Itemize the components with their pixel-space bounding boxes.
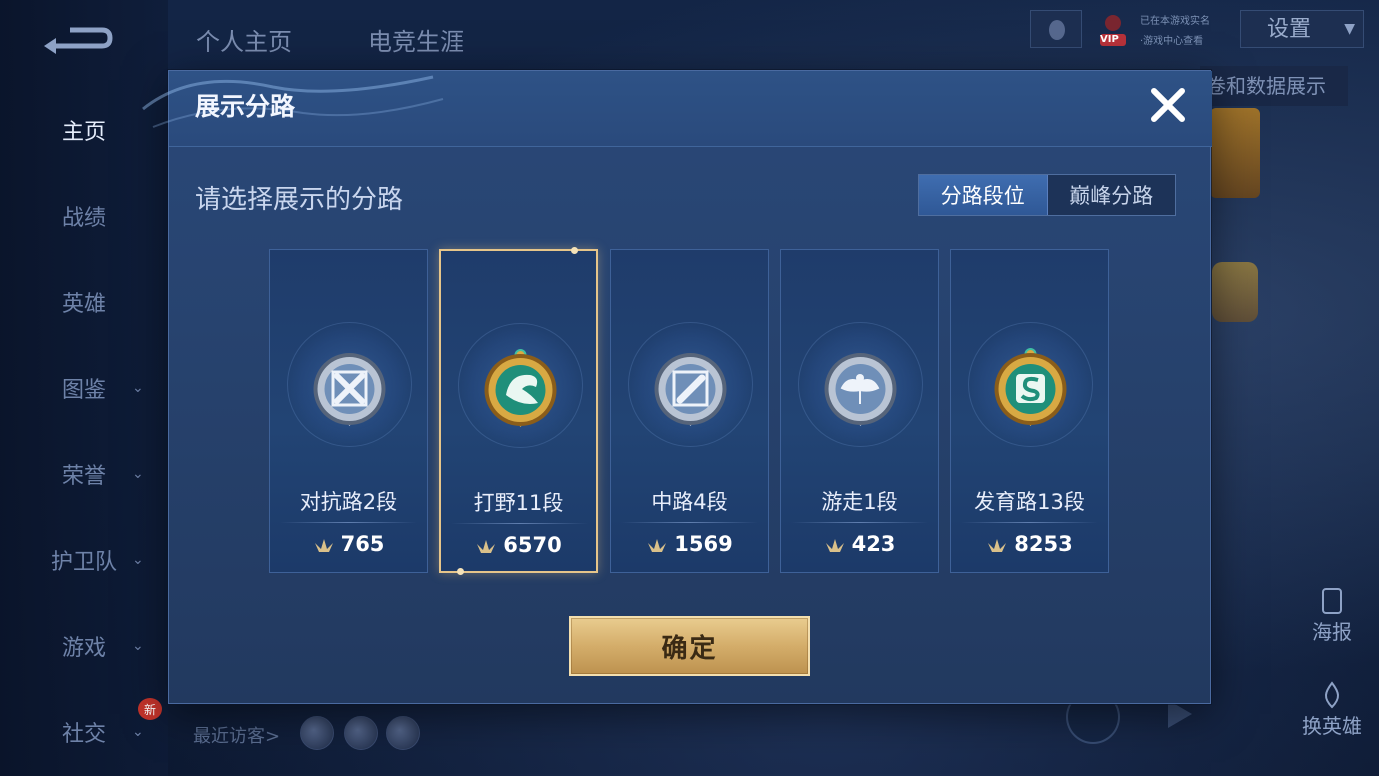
change-hero-button[interactable]: 换英雄 [1292, 680, 1372, 739]
silver-sword-emblem-icon [307, 346, 392, 434]
poster-button[interactable]: 海报 [1292, 586, 1372, 645]
gold-s-emblem-icon [988, 346, 1073, 434]
lane-card[interactable]: 中路4段 1569 [610, 249, 769, 573]
silver-staff-emblem-icon [648, 346, 733, 434]
change-hero-label: 换英雄 [1302, 714, 1362, 738]
poster-label: 海报 [1312, 620, 1352, 644]
sidebar-item-codex[interactable]: 图鉴 ⌄ [0, 368, 168, 408]
lane-display-modal: 展示分路 请选择展示的分路 分路段位 巅峰分路 对抗路2段 765 打野11段 657… [142, 70, 1212, 704]
sidebar-item-stats[interactable]: 战绩 [0, 196, 168, 236]
hero-model-fragment [1210, 108, 1260, 198]
sidebar-item-label: 战绩 [61, 206, 106, 231]
sidebar-item-heroes[interactable]: 英雄 [0, 282, 168, 322]
lane-card[interactable]: 打野11段 6570 [439, 247, 598, 575]
new-badge: 新 [138, 698, 162, 720]
penguin-icon [1049, 20, 1065, 40]
points-icon [825, 539, 844, 552]
chevron-down-icon: ⌄ [132, 380, 144, 396]
points-icon [648, 539, 667, 552]
lane-points: 423 [781, 532, 938, 556]
lane-card[interactable]: 发育路13段 8253 [950, 249, 1109, 573]
chevron-down-icon: ⌄ [132, 466, 144, 482]
lane-rank-label: 游走1段 [821, 490, 898, 514]
sidebar-item-label: 社交 [61, 722, 106, 747]
confirm-label: 确定 [661, 633, 718, 664]
points-icon [477, 540, 496, 553]
points-value: 6570 [503, 533, 562, 557]
chevron-down-icon: ⌄ [132, 724, 144, 740]
visitor-avatar[interactable] [344, 716, 378, 750]
lane-points: 765 [270, 532, 427, 556]
lane-rank-label: 中路4段 [651, 490, 728, 514]
lane-points: 1569 [611, 532, 768, 556]
settings-button[interactable]: 设置 ▼ [1240, 10, 1364, 48]
points-value: 1569 [674, 532, 733, 556]
divider [621, 522, 758, 523]
data-display-banner[interactable]: 卷和数据展示 [1200, 66, 1348, 106]
sidebar-item-honor[interactable]: 荣誉 ⌄ [0, 454, 168, 494]
vip-badge: VIP [1100, 34, 1119, 45]
hero-model-fragment-2 [1212, 262, 1258, 322]
visitor-avatar[interactable] [300, 716, 334, 750]
points-value: 8253 [1014, 532, 1073, 556]
settings-label: 设置 [1267, 17, 1312, 42]
divider [280, 522, 417, 523]
play-icon[interactable] [1168, 700, 1192, 728]
points-value: 423 [851, 532, 896, 556]
sidebar-item-label: 图鉴 [61, 378, 106, 403]
sidebar-item-label: 英雄 [61, 292, 106, 317]
sidebar-item-label: 主页 [61, 120, 106, 145]
sidebar-item-label: 游戏 [61, 636, 106, 661]
lane-card[interactable]: 对抗路2段 765 [269, 249, 428, 573]
chevron-down-icon: ⌄ [132, 638, 144, 654]
lane-rank-label: 发育路13段 [974, 490, 1085, 514]
tab-personal-home[interactable]: 个人主页 [196, 22, 292, 57]
sidebar-item-label: 荣誉 [61, 464, 106, 489]
modal-subtitle: 请选择展示的分路 [195, 185, 404, 215]
lane-rank-label: 对抗路2段 [299, 490, 398, 514]
chevron-down-icon: ⌄ [132, 552, 144, 568]
gold-dragon-emblem-icon [478, 347, 563, 435]
tab-esports-career[interactable]: 电竞生涯 [368, 22, 464, 57]
sidebar-item-guard[interactable]: 护卫队 ⌄ [0, 540, 168, 580]
divider [791, 522, 928, 523]
lane-card-list: 对抗路2段 765 打野11段 6570 中路4段 1569 游走1段 423 发育路13段 82… [269, 247, 1111, 575]
lane-rank-label: 打野11段 [473, 491, 564, 515]
points-value: 765 [340, 532, 385, 556]
modal-title: 展示分路 [195, 92, 296, 121]
visitor-avatar[interactable] [386, 716, 420, 750]
points-icon [314, 539, 333, 552]
lane-points: 6570 [441, 533, 596, 557]
silver-wings-emblem-icon [818, 346, 903, 434]
divider [451, 523, 588, 524]
lane-type-toggle: 分路段位 巅峰分路 [918, 174, 1176, 216]
notification-button[interactable] [1030, 10, 1082, 48]
sidebar-item-label: 护卫队 [50, 550, 117, 575]
sidebar-item-game[interactable]: 游戏 ⌄ [0, 626, 168, 666]
corner-dot [571, 247, 578, 254]
recent-visitors-link[interactable]: 最近访客> [193, 722, 280, 748]
lane-card[interactable]: 游走1段 423 [780, 249, 939, 573]
corner-dot [457, 568, 464, 575]
modal-header: 展示分路 [142, 71, 1212, 147]
toggle-lane-rank[interactable]: 分路段位 [919, 175, 1048, 215]
close-icon[interactable] [1148, 85, 1188, 125]
status-line-2: ·游戏中心查看 [1140, 36, 1204, 47]
points-icon [988, 539, 1007, 552]
avatar[interactable]: VIP [1096, 12, 1130, 48]
toggle-peak-lane[interactable]: 巅峰分路 [1048, 175, 1176, 215]
divider [961, 522, 1098, 523]
confirm-button[interactable]: 确定 [569, 616, 810, 676]
status-line-1: 已在本游戏实名 [1140, 16, 1210, 27]
chevron-down-icon: ▼ [1344, 21, 1355, 37]
lane-points: 8253 [951, 532, 1108, 556]
flame-icon [1325, 681, 1339, 709]
back-arrow-icon[interactable] [40, 22, 114, 58]
poster-icon [1322, 588, 1342, 614]
